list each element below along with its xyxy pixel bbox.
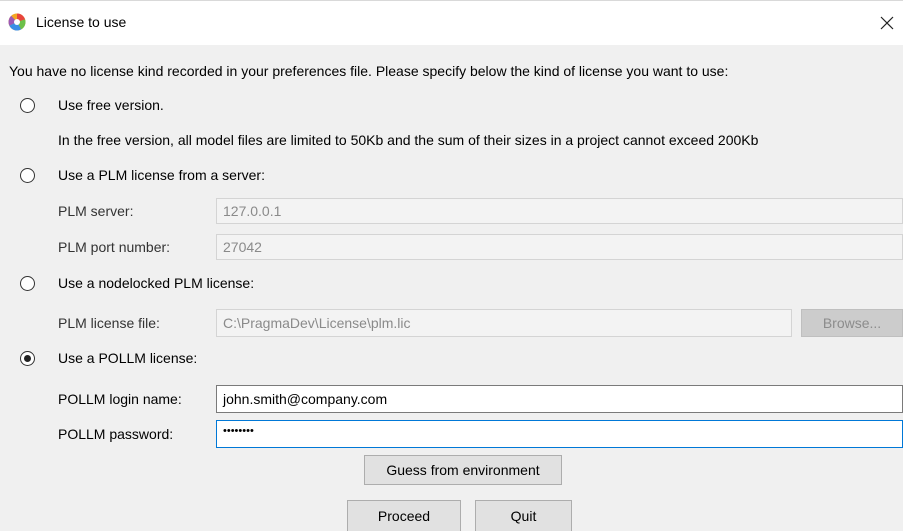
plm-port-label: PLM port number: <box>58 239 171 255</box>
radio-free-version[interactable] <box>20 98 35 113</box>
plm-nodelocked-option-label[interactable]: Use a nodelocked PLM license: <box>58 275 254 291</box>
pollm-password-label: POLLM password: <box>58 426 174 442</box>
pollm-password-input[interactable]: •••••••• <box>216 420 903 448</box>
plm-port-input[interactable]: 27042 <box>216 234 903 260</box>
quit-button[interactable]: Quit <box>475 500 572 531</box>
pragmadev-logo-icon <box>8 13 26 31</box>
free-version-label[interactable]: Use free version. <box>58 97 164 113</box>
close-icon <box>880 16 894 30</box>
guess-from-environment-button[interactable]: Guess from environment <box>364 455 562 485</box>
radio-plm-server[interactable] <box>20 168 35 183</box>
intro-text: You have no license kind recorded in you… <box>9 63 729 79</box>
free-version-description: In the free version, all model files are… <box>58 132 759 148</box>
plm-license-file-input[interactable]: C:\PragmaDev\License\plm.lic <box>216 309 792 337</box>
pollm-option-label[interactable]: Use a POLLM license: <box>58 350 197 366</box>
pollm-login-label: POLLM login name: <box>58 391 182 407</box>
close-button[interactable] <box>872 11 902 35</box>
radio-plm-nodelocked[interactable] <box>20 276 35 291</box>
plm-server-input[interactable]: 127.0.0.1 <box>216 198 903 224</box>
browse-button[interactable]: Browse... <box>801 309 903 337</box>
window-title: License to use <box>36 14 127 30</box>
title-bar: License to use <box>0 1 903 45</box>
plm-server-option-label[interactable]: Use a PLM license from a server: <box>58 167 265 183</box>
pollm-login-input[interactable]: john.smith@company.com <box>216 385 903 413</box>
plm-license-file-label: PLM license file: <box>58 315 160 331</box>
plm-server-label: PLM server: <box>58 203 134 219</box>
radio-pollm[interactable] <box>20 351 35 366</box>
proceed-button[interactable]: Proceed <box>347 500 461 531</box>
